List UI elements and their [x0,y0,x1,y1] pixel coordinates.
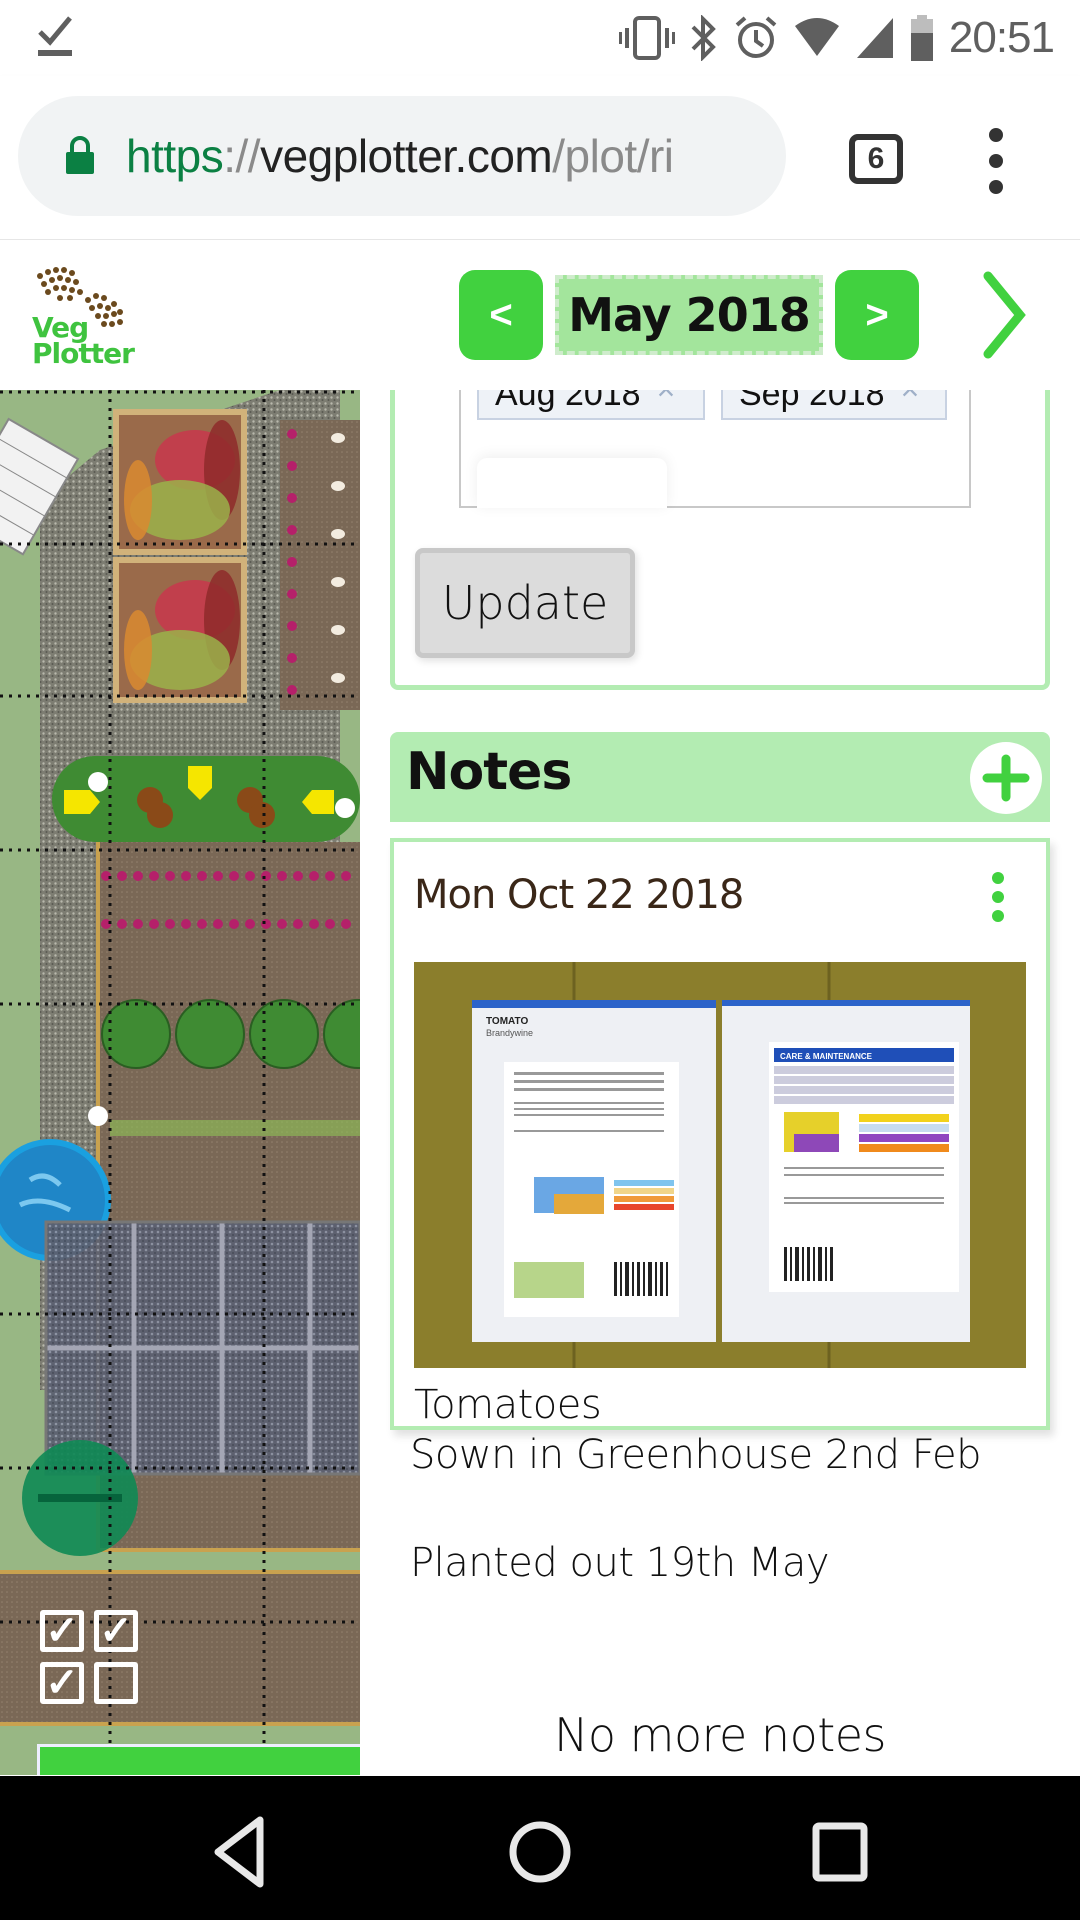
raised-bed [113,557,247,703]
note-options-button[interactable] [990,872,1006,922]
battery-icon [910,15,933,61]
current-month[interactable]: May 2018 [555,275,823,355]
task-checklist-button[interactable]: ✓ ✓ ✓ [40,1610,144,1706]
url-bar[interactable]: https://vegplotter.com/plot/ri [18,96,786,216]
chevron-right-icon[interactable] [980,270,1030,360]
harvest-pin [335,798,355,818]
tomato-plant [249,802,275,828]
vibrate-icon [618,16,675,60]
next-month-button[interactable]: > [835,270,919,360]
beetroot-row [287,429,297,695]
tag-search-input[interactable] [477,458,667,508]
checkbox-checked-icon: ✓ [40,1662,84,1704]
system-nav-bar [0,1776,1080,1920]
note-photo[interactable]: TOMATO Brandywine CARE & MAINTENANCE [414,962,1026,1368]
menu-dot [992,891,1004,903]
browser-toolbar: https://vegplotter.com/plot/ri 6 [0,76,1080,240]
remove-tag-icon[interactable]: × [657,390,676,408]
alarm-icon [735,16,777,58]
url-text[interactable]: https://vegplotter.com/plot/ri [126,129,766,183]
notes-header: Notes [390,732,1050,822]
browser-menu-button[interactable] [978,128,1014,194]
note-text-line: Tomatoes [414,1382,602,1428]
month-tag: Aug 2018 × [477,390,705,420]
home-icon[interactable] [500,1812,580,1892]
packet-heading: CARE & MAINTENANCE [780,1052,873,1061]
menu-dot [992,872,1004,884]
back-icon[interactable] [200,1812,280,1892]
add-note-button[interactable] [970,742,1042,814]
month-tag-label: Sep 2018 [739,390,885,413]
signal-icon [856,18,893,58]
vegplotter-logo[interactable]: Veg Plotter [24,264,135,374]
side-panel: Aug 2018 × Sep 2018 × Update Notes Mon O… [360,390,1080,1775]
packet-title: TOMATO [486,1016,528,1027]
url-host: vegplotter.com [260,130,553,182]
month-navigator: < May 2018 > [459,270,919,360]
seed-packet-image: TOMATO Brandywine CARE & MAINTENANCE [414,962,1026,1368]
update-button[interactable]: Update [415,548,635,658]
no-more-notes-label: No more notes [553,1708,887,1762]
plus-icon [982,754,1030,802]
logo-text-plotter: Plotter [32,337,135,370]
download-done-icon [38,16,72,56]
garden-plot-map[interactable]: ✓ ✓ ✓ [0,390,360,1775]
packet-subtitle: Brandywine [486,1028,533,1038]
harvest-pin [88,1106,108,1126]
garden-canvas[interactable] [0,390,360,1775]
sow-pin [88,772,108,792]
remove-tag-icon[interactable]: × [901,390,920,408]
note-date: Mon Oct 22 2018 [414,872,744,918]
seedling-row [110,1120,360,1136]
tab-switcher-button[interactable]: 6 [849,134,903,184]
url-path: /plot/ri [552,130,674,182]
tomato-plant [147,802,173,828]
month-tag-label: Aug 2018 [495,390,641,413]
bluetooth-icon [691,15,716,61]
month-tags-input[interactable]: Aug 2018 × Sep 2018 × [459,390,971,508]
menu-dot [989,180,1003,194]
month-tag: Sep 2018 × [721,390,947,420]
notes-title: Notes [406,742,572,802]
checkbox-checked-icon: ✓ [94,1610,138,1652]
recents-icon[interactable] [800,1812,880,1892]
paving-slabs [44,1220,360,1476]
date-filter-card: Aug 2018 × Sep 2018 × Update [390,390,1050,690]
plot-action-bar[interactable] [37,1744,360,1775]
menu-dot [989,154,1003,168]
menu-dot [992,910,1004,922]
checkbox-empty-icon [94,1662,138,1704]
status-bar: 20:51 [0,0,1080,76]
menu-dot [989,128,1003,142]
prev-month-button[interactable]: < [459,270,543,360]
url-scheme: https [126,130,224,182]
note-text-line: Sown in Greenhouse 2nd Feb [410,1432,982,1478]
url-separator: :// [223,130,261,182]
wifi-icon [794,18,839,56]
checkbox-checked-icon: ✓ [40,1610,84,1652]
raised-bed [113,409,247,555]
lock-icon [66,136,94,174]
lawn-strip [0,390,36,1775]
note-card: Mon Oct 22 2018 TOMATO Brandywine CARE &… [390,838,1050,1430]
app-header: Veg Plotter < May 2018 > [0,240,1080,390]
note-text-line: Planted out 19th May [410,1540,830,1586]
clock: 20:51 [948,13,1055,62]
